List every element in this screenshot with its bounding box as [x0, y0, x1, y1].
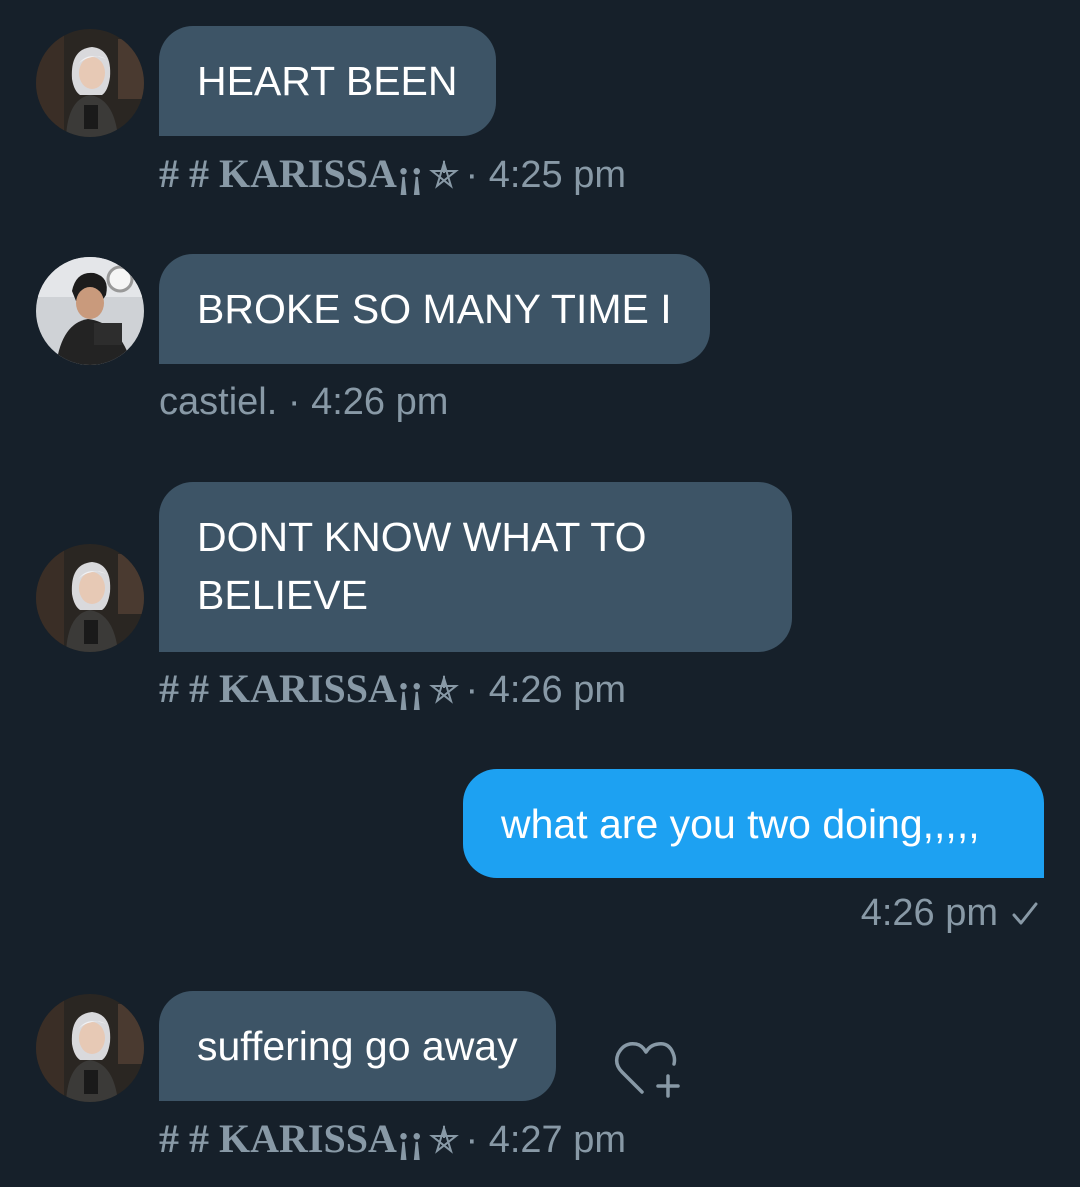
sender-name[interactable]: # # KARISSA¡¡ [159, 151, 423, 196]
heart-plus-icon[interactable] [612, 1036, 684, 1100]
message-time: 4:26 pm [488, 669, 627, 711]
message-time: 4:27 pm [488, 1119, 627, 1161]
avatar-castiel[interactable] [36, 257, 144, 365]
pentagram-icon [429, 1120, 460, 1166]
separator: · [465, 154, 479, 196]
message-bubble[interactable]: BROKE SO MANY TIME I [159, 254, 710, 364]
avatar-karissa[interactable] [36, 994, 144, 1102]
message-meta: # # KARISSA¡¡ · 4:25 pm [159, 151, 626, 201]
message-text: suffering go away [197, 1023, 518, 1069]
message-time: 4:25 pm [488, 154, 627, 196]
checkmark-icon [1010, 894, 1040, 940]
message-meta: # # KARISSA¡¡ · 4:26 pm [159, 666, 626, 716]
message-text: BROKE SO MANY TIME I [197, 286, 672, 332]
sender-name[interactable]: # # KARISSA¡¡ [159, 1116, 423, 1161]
pentagram-icon [429, 670, 460, 716]
message-text-line: DONT KNOW WHAT TO [197, 514, 647, 560]
separator: · [287, 381, 301, 423]
avatar-image [36, 257, 144, 365]
message-bubble[interactable]: HEART BEEN [159, 26, 496, 136]
message-meta: 4:26 pm [861, 890, 1040, 940]
outgoing-message-bubble[interactable]: what are you two doing,,,,, [463, 769, 1044, 878]
message-text-line: BELIEVE [197, 572, 368, 618]
avatar-image [36, 544, 144, 652]
separator: · [465, 1119, 479, 1161]
message-bubble[interactable]: DONT KNOW WHAT TO BELIEVE [159, 482, 792, 652]
separator: · [465, 669, 479, 711]
message-time: 4:26 pm [860, 892, 998, 934]
message-meta: # # KARISSA¡¡ · 4:27 pm [159, 1116, 626, 1166]
avatar-karissa[interactable] [36, 544, 144, 652]
avatar-karissa[interactable] [36, 29, 144, 137]
avatar-image [36, 29, 144, 137]
message-text: HEART BEEN [197, 58, 458, 104]
sender-name[interactable]: castiel. [159, 381, 277, 423]
message-time: 4:26 pm [311, 381, 449, 423]
avatar-image [36, 994, 144, 1102]
message-bubble[interactable]: suffering go away [159, 991, 556, 1101]
sender-name[interactable]: # # KARISSA¡¡ [159, 666, 423, 711]
dm-conversation: HEART BEEN # # KARISSA¡¡ · 4:25 pm BROKE … [0, 0, 1080, 1187]
message-text: what are you two doing,,,,, [501, 801, 980, 847]
message-meta: castiel. · 4:26 pm [159, 379, 448, 425]
pentagram-icon [429, 155, 460, 201]
